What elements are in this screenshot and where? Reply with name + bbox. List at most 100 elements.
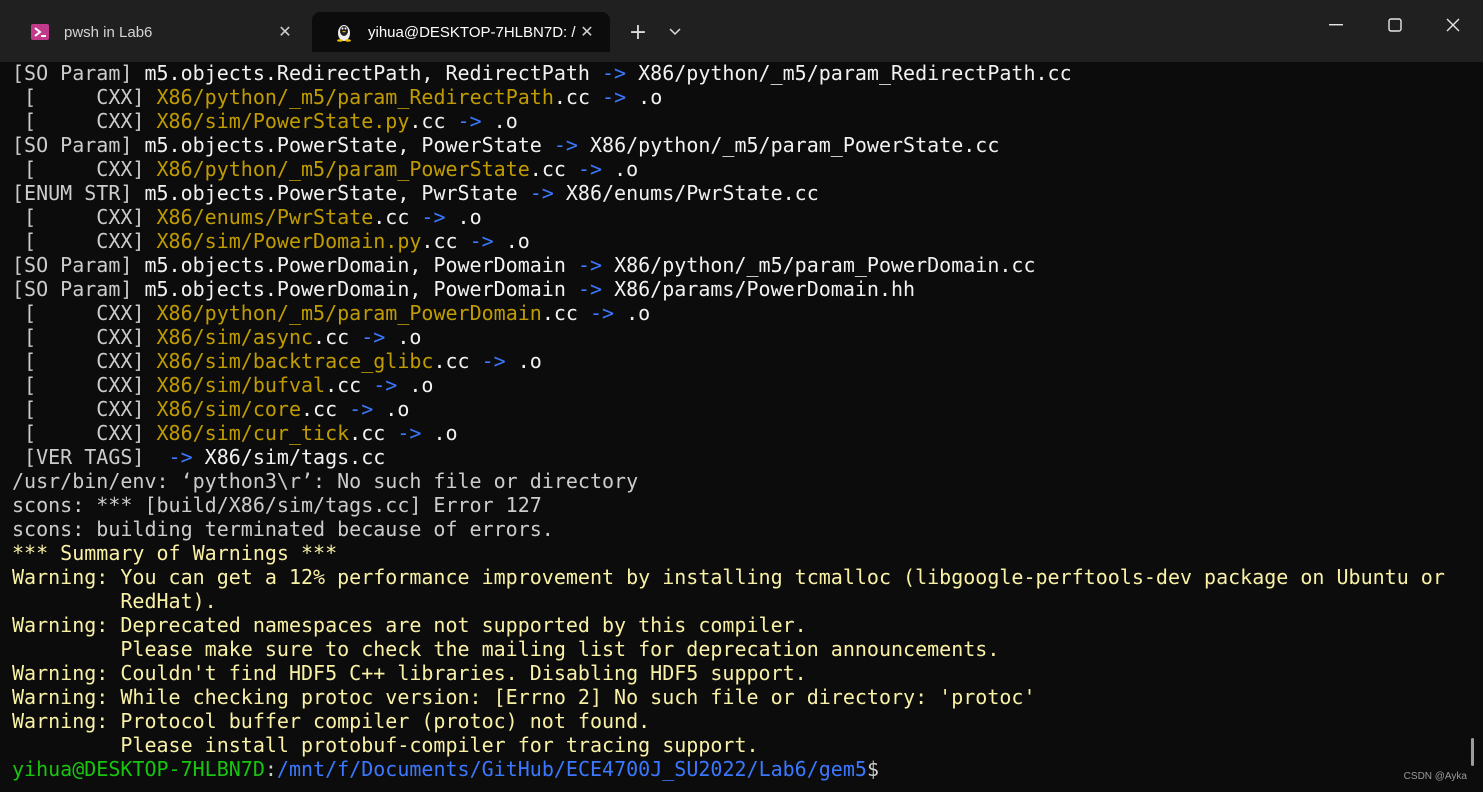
new-tab-button[interactable]: + <box>620 14 656 50</box>
terminal-line: Warning: Protocol buffer compiler (proto… <box>12 709 1462 733</box>
terminal-text: .o <box>385 397 410 421</box>
terminal-text: .cc <box>421 229 470 253</box>
terminal-text: .o <box>409 373 434 397</box>
terminal-text: -> <box>457 109 494 133</box>
terminal-line: scons: *** [build/X86/sim/tags.cc] Error… <box>12 493 1462 517</box>
terminal-line: Warning: While checking protoc version: … <box>12 685 1462 709</box>
terminal-text: [ CXX] <box>12 373 157 397</box>
terminal-text: .o <box>505 229 530 253</box>
terminal-text: [SO Param] <box>12 253 145 277</box>
terminal-text: m5.objects.PowerState, PwrState <box>144 181 530 205</box>
terminal-text: .cc <box>313 325 362 349</box>
terminal-line: [ CXX] X86/sim/async.cc -> .o <box>12 325 1462 349</box>
terminal-line: scons: building terminated because of er… <box>12 517 1462 541</box>
terminal-text: Warning: Protocol buffer compiler (proto… <box>12 709 651 733</box>
terminal-text: -> <box>553 133 590 157</box>
watermark: CSDN @Ayka <box>1403 771 1467 782</box>
terminal-text: -> <box>589 301 627 325</box>
terminal-output[interactable]: [SO Param] m5.objects.RedirectPath, Redi… <box>12 61 1462 785</box>
terminal-text: [ CXX] <box>12 109 157 133</box>
terminal-line: *** Summary of Warnings *** <box>12 541 1462 565</box>
scrollbar[interactable] <box>1471 738 1474 766</box>
terminal-text: [ CXX] <box>12 85 157 109</box>
terminal-text: .o <box>517 349 542 373</box>
terminal-line: [ CXX] X86/python/_m5/param_PowerDomain.… <box>12 301 1462 325</box>
maximize-icon <box>1388 18 1402 32</box>
tab-pwsh[interactable]: pwsh in Lab6 ✕ <box>8 12 308 52</box>
terminal-text: -> <box>373 373 410 397</box>
terminal-text: Warning: You can get a 12% performance i… <box>12 565 1445 589</box>
tab-ubuntu[interactable]: yihua@DESKTOP-7HLBN7D: / ✕ <box>312 12 610 52</box>
terminal-window: pwsh in Lab6 ✕ yihua@DESKTOP-7HLBN7D: / … <box>0 0 1483 792</box>
terminal-text: X86/python/_m5/param_PowerDomain.cc <box>614 253 1036 277</box>
terminal-text: .o <box>433 421 458 445</box>
terminal-text: [VER TAGS] <box>12 445 169 469</box>
terminal-text: scons: building terminated because of er… <box>12 517 554 541</box>
terminal-text: -> <box>602 85 639 109</box>
terminal-text: [ CXX] <box>12 349 157 373</box>
terminal-text: Warning: Deprecated namespaces are not s… <box>12 613 807 637</box>
terminal-line: [SO Param] m5.objects.PowerState, PowerS… <box>12 133 1462 157</box>
terminal-text: .cc <box>433 349 482 373</box>
terminal-text: [SO Param] <box>12 61 145 85</box>
terminal-text: yihua@DESKTOP-7HLBN7D <box>12 757 265 781</box>
terminal-text: X86/sim/cur_tick <box>156 421 350 445</box>
terminal-line: Warning: You can get a 12% performance i… <box>12 565 1462 589</box>
terminal-text: -> <box>421 205 458 229</box>
chevron-down-icon <box>669 28 681 36</box>
terminal-text: [ CXX] <box>12 205 157 229</box>
terminal-text: .cc <box>409 109 458 133</box>
terminal-text: .o <box>638 85 663 109</box>
terminal-text: X86/sim/async <box>156 325 314 349</box>
terminal-text: [ CXX] <box>12 397 157 421</box>
terminal-text: Please install protobuf-compiler for tra… <box>12 733 759 757</box>
terminal-text: X86/sim/bufval <box>156 373 326 397</box>
linux-penguin-icon <box>334 22 354 42</box>
terminal-text: X86/python/_m5/param_RedirectPath <box>156 85 554 109</box>
terminal-text: : <box>264 757 277 781</box>
terminal-text: .o <box>493 109 518 133</box>
terminal-text: -> <box>529 181 566 205</box>
terminal-text: -> <box>168 445 205 469</box>
terminal-text: [ CXX] <box>12 229 157 253</box>
terminal-text: [ CXX] <box>12 301 157 325</box>
terminal-line: [SO Param] m5.objects.PowerDomain, Power… <box>12 277 1462 301</box>
terminal-text: -> <box>349 397 386 421</box>
terminal-text: X86/python/_m5/param_PowerState.cc <box>589 133 1000 157</box>
close-icon[interactable]: ✕ <box>274 21 296 43</box>
terminal-text: -> <box>577 277 615 301</box>
terminal-text: [SO Param] <box>12 133 145 157</box>
terminal-text: [SO Param] <box>12 277 145 301</box>
terminal-text: X86/enums/PwrState <box>156 205 374 229</box>
terminal-text: -> <box>481 349 518 373</box>
terminal-text: Please make sure to check the mailing li… <box>12 637 1000 661</box>
terminal-line: [ CXX] X86/python/_m5/param_RedirectPath… <box>12 85 1462 109</box>
terminal-text: -> <box>361 325 398 349</box>
terminal-text: m5.objects.RedirectPath, RedirectPath <box>144 61 603 85</box>
terminal-line: [ CXX] X86/enums/PwrState.cc -> .o <box>12 205 1462 229</box>
terminal-text: .cc <box>349 421 398 445</box>
terminal-line: [ CXX] X86/sim/cur_tick.cc -> .o <box>12 421 1462 445</box>
maximize-button[interactable] <box>1366 0 1424 50</box>
terminal-text: scons: *** [build/X86/sim/tags.cc] Error… <box>12 493 542 517</box>
terminal-text: -> <box>602 61 639 85</box>
terminal-text: X86/enums/PwrState.cc <box>565 181 819 205</box>
title-bar: pwsh in Lab6 ✕ yihua@DESKTOP-7HLBN7D: / … <box>0 0 1483 62</box>
terminal-text: RedHat). <box>12 589 217 613</box>
terminal-line: [ CXX] X86/sim/bufval.cc -> .o <box>12 373 1462 397</box>
close-window-button[interactable] <box>1424 0 1482 50</box>
minimize-button[interactable] <box>1307 0 1365 50</box>
tab-dropdown-button[interactable] <box>657 14 693 50</box>
terminal-text: *** Summary of Warnings *** <box>12 541 338 565</box>
terminal-text: .cc <box>553 85 603 109</box>
terminal-line: [SO Param] m5.objects.PowerDomain, Power… <box>12 253 1462 277</box>
terminal-text: m5.objects.PowerDomain, PowerDomain <box>144 253 578 277</box>
close-icon[interactable]: ✕ <box>576 21 598 43</box>
terminal-text: /usr/bin/env: ‘python3\r’: No such file … <box>12 469 639 493</box>
terminal-text: Warning: Couldn't find HDF5 C++ librarie… <box>12 661 807 685</box>
terminal-line: Warning: Deprecated namespaces are not s… <box>12 613 1462 637</box>
terminal-text: .cc <box>325 373 374 397</box>
terminal-text: X86/sim/core <box>156 397 302 421</box>
terminal-text: -> <box>469 229 506 253</box>
terminal-line: [ CXX] X86/sim/PowerState.py.cc -> .o <box>12 109 1462 133</box>
